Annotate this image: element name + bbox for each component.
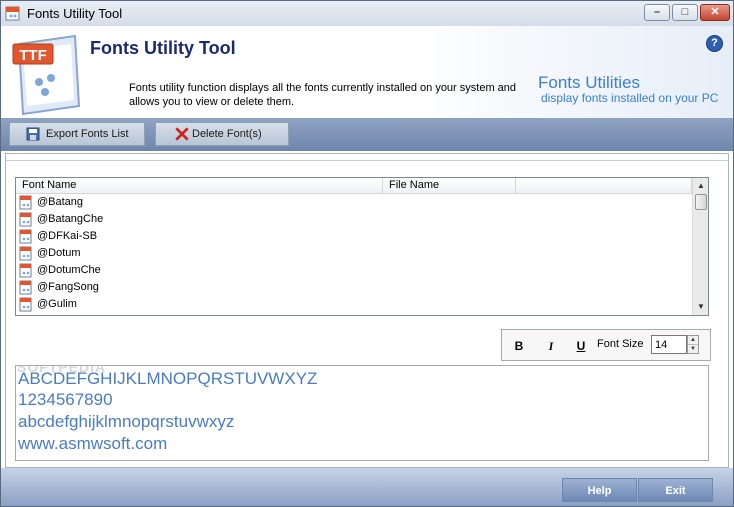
format-toolbar: B I U Font Size ▲ ▼ bbox=[501, 329, 711, 361]
font-list-scrollbar[interactable]: ▲ ▼ bbox=[692, 178, 708, 315]
font-name-cell: @FangSong bbox=[37, 281, 99, 293]
close-icon: ✕ bbox=[710, 6, 720, 18]
main-window: Fonts Utility Tool – □ ✕ TTF Fonts Utili… bbox=[0, 0, 734, 507]
export-fonts-list-label: Export Fonts List bbox=[46, 128, 129, 140]
panel-divider bbox=[6, 154, 728, 161]
font-size-stepper[interactable]: ▲ ▼ bbox=[687, 335, 699, 354]
preview-uppercase: ABCDEFGHIJKLMNOPQRSTUVWXYZ bbox=[18, 369, 318, 388]
table-row[interactable]: @BatangChe bbox=[16, 211, 692, 228]
minimize-button[interactable]: – bbox=[644, 4, 670, 21]
brand-title: Fonts Utilities bbox=[538, 73, 641, 92]
table-row[interactable]: @DFKai-SB bbox=[16, 228, 692, 245]
stepper-up-icon[interactable]: ▲ bbox=[688, 336, 698, 345]
font-name-cell: @Gulim bbox=[37, 298, 77, 310]
table-row[interactable]: @Dotum bbox=[16, 245, 692, 262]
column-header-empty[interactable] bbox=[516, 178, 692, 193]
font-name-cell: @DotumChe bbox=[37, 264, 101, 276]
scroll-down-icon[interactable]: ▼ bbox=[693, 299, 708, 315]
header-banner: TTF Fonts Utility Tool ? Fonts utility f… bbox=[1, 26, 733, 118]
italic-button[interactable]: I bbox=[544, 339, 558, 353]
minimize-icon: – bbox=[653, 6, 661, 18]
font-file-icon bbox=[19, 195, 32, 210]
window-title: Fonts Utility Tool bbox=[27, 6, 123, 21]
font-list-header: Font Name File Name bbox=[16, 178, 692, 194]
bold-button[interactable]: B bbox=[512, 339, 526, 353]
description-text: Fonts utility function displays all the … bbox=[129, 82, 517, 108]
brand-subtitle: display fonts installed on your PC bbox=[541, 91, 719, 105]
font-file-icon bbox=[19, 297, 32, 312]
app-icon bbox=[5, 6, 20, 21]
font-file-icon bbox=[19, 212, 32, 227]
font-size-label: Font Size bbox=[597, 338, 644, 350]
table-row[interactable]: @Gulim bbox=[16, 296, 692, 313]
maximize-icon: □ bbox=[681, 6, 689, 18]
close-button[interactable]: ✕ bbox=[700, 4, 730, 21]
floppy-disk-icon bbox=[26, 127, 40, 141]
help-button[interactable]: Help bbox=[562, 478, 637, 502]
title-bar[interactable]: Fonts Utility Tool – □ ✕ bbox=[1, 1, 733, 27]
font-file-icon bbox=[19, 246, 32, 261]
delete-fonts-button[interactable]: Delete Font(s) bbox=[155, 122, 289, 146]
font-size-input[interactable] bbox=[651, 335, 687, 354]
font-file-icon bbox=[19, 280, 32, 295]
column-header-file-name[interactable]: File Name bbox=[383, 178, 516, 193]
export-fonts-list-button[interactable]: Export Fonts List bbox=[9, 122, 145, 146]
stepper-down-icon[interactable]: ▼ bbox=[688, 345, 698, 353]
table-row[interactable]: @FangSong bbox=[16, 279, 692, 296]
font-name-cell: @BatangChe bbox=[37, 213, 104, 225]
underline-button[interactable]: U bbox=[574, 339, 588, 353]
footer-bar: Help Exit bbox=[1, 468, 733, 506]
table-row[interactable]: @Batang bbox=[16, 194, 692, 211]
font-name-cell: @Batang bbox=[37, 196, 84, 208]
ttf-logo-icon: TTF bbox=[12, 34, 81, 116]
font-file-icon bbox=[19, 229, 32, 244]
delete-x-icon bbox=[175, 127, 189, 141]
font-name-cell: @Dotum bbox=[37, 247, 81, 259]
preview-lowercase: abcdefghijklmnopqrstuvwxyz bbox=[18, 412, 235, 431]
table-row[interactable]: @DotumChe bbox=[16, 262, 692, 279]
preview-website: www.asmwsoft.com bbox=[18, 434, 168, 453]
column-header-font-name[interactable]: Font Name bbox=[16, 178, 383, 193]
font-file-icon bbox=[19, 263, 32, 278]
font-name-cell: @DFKai-SB bbox=[37, 230, 98, 242]
maximize-button[interactable]: □ bbox=[672, 4, 698, 21]
font-list[interactable]: Font Name File Name @Batang @BatangChe @DF… bbox=[15, 177, 709, 316]
preview-digits: 1234567890 bbox=[18, 390, 113, 409]
exit-button[interactable]: Exit bbox=[638, 478, 713, 502]
scroll-up-icon[interactable]: ▲ bbox=[693, 178, 708, 194]
logo-text: TTF bbox=[19, 47, 47, 64]
scroll-thumb[interactable] bbox=[695, 194, 707, 210]
help-icon[interactable]: ? bbox=[706, 35, 723, 52]
toolbar: Export Fonts List Delete Font(s) bbox=[1, 118, 733, 151]
font-preview: SOFTPEDIA ABCDEFGHIJKLMNOPQRSTUVWXYZ 123… bbox=[15, 365, 709, 461]
font-list-rows: @Batang @BatangChe @DFKai-SB @Dotum @DotumCh… bbox=[16, 194, 692, 313]
delete-fonts-label: Delete Font(s) bbox=[192, 128, 262, 140]
page-title: Fonts Utility Tool bbox=[90, 38, 236, 58]
